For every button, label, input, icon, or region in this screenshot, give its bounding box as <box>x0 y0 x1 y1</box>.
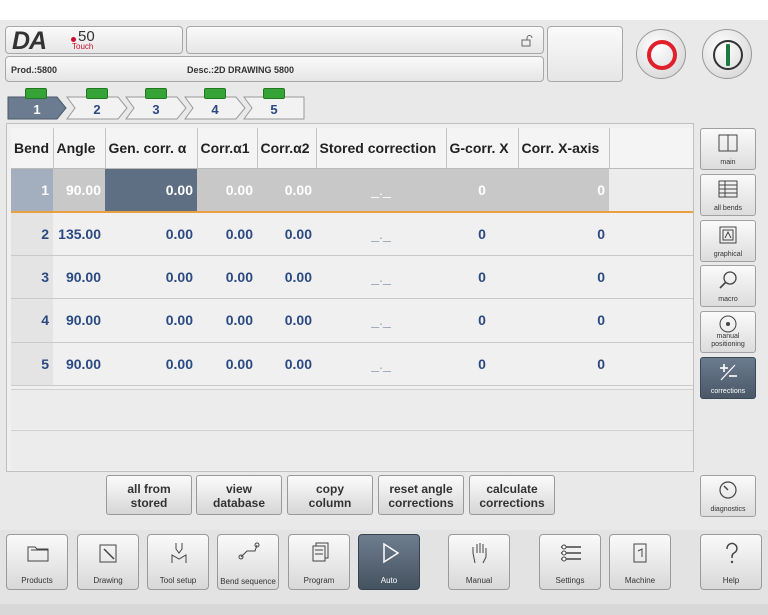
empty-row <box>11 389 693 429</box>
graphical-button[interactable]: graphical <box>700 220 756 262</box>
table-row[interactable]: 3 90.00 0.00 0.00 0.00 _._ 0 0 <box>11 255 693 299</box>
main-button[interactable]: main <box>700 128 756 170</box>
bend-shape-icon <box>86 88 108 99</box>
nav-bend-sequence[interactable]: Bend sequence <box>217 534 279 590</box>
diagnostics-button[interactable]: diagnostics <box>700 475 756 517</box>
stop-icon <box>647 40 677 70</box>
start-button[interactable] <box>702 29 752 79</box>
logo-text: DA <box>12 27 47 55</box>
graphical-icon <box>719 226 737 244</box>
col-corr-a2: Corr.α2 <box>257 128 317 169</box>
bend-tab-3[interactable]: 3 <box>125 88 187 120</box>
col-angle: Angle <box>53 128 106 169</box>
empty-row <box>11 430 693 470</box>
table-icon <box>718 180 738 198</box>
logo-sub: Touch <box>72 42 94 51</box>
gauge-icon <box>719 481 737 499</box>
col-g-corr-x: G-corr. X <box>446 128 519 169</box>
table-row[interactable]: 4 90.00 0.00 0.00 0.00 _._ 0 0 <box>11 298 693 343</box>
bend-shape-icon <box>263 88 285 99</box>
nav-help[interactable]: Help <box>700 534 762 590</box>
folder-icon <box>27 546 49 562</box>
bend-tab-2[interactable]: 2 <box>66 88 128 120</box>
lock-icon[interactable] <box>521 35 533 47</box>
play-icon <box>383 542 400 564</box>
title-field[interactable] <box>186 26 544 54</box>
nav-manual[interactable]: Manual <box>448 534 510 590</box>
top-margin <box>0 0 768 20</box>
table-row[interactable]: 5 90.00 0.00 0.00 0.00 _._ 0 0 <box>11 342 693 386</box>
col-bend: Bend <box>11 128 54 169</box>
table-header: Bend Angle Gen. corr. α Corr.α1 Corr.α2 … <box>11 128 693 169</box>
bend-shape-icon <box>204 88 226 99</box>
col-corr-a1: Corr.α1 <box>197 128 258 169</box>
product-info-bar: Prod.:5800 Desc.:2D DRAWING 5800 <box>5 56 544 82</box>
main-icon <box>718 134 738 152</box>
nav-products[interactable]: Products <box>6 534 68 590</box>
nav-settings[interactable]: Settings <box>539 534 601 590</box>
bend-tab-4[interactable]: 4 <box>184 88 246 120</box>
plus-minus-icon <box>720 364 737 381</box>
corrections-button[interactable]: corrections <box>700 357 756 399</box>
positioning-icon <box>719 315 737 333</box>
hand-icon <box>472 543 487 564</box>
macro-button[interactable]: macro <box>700 265 756 307</box>
stop-button[interactable] <box>636 29 686 79</box>
nav-drawing[interactable]: Drawing <box>77 534 139 590</box>
program-icon <box>312 542 329 562</box>
nav-machine[interactable]: Machine <box>609 534 671 590</box>
col-gen-corr: Gen. corr. α <box>105 128 198 169</box>
product-description: Desc.:2D DRAWING 5800 <box>187 65 295 75</box>
calculate-corrections-button[interactable]: calculate corrections <box>469 475 555 515</box>
help-icon <box>726 542 738 564</box>
status-box <box>547 26 623 82</box>
col-stored-correction: Stored correction <box>316 128 447 169</box>
nav-auto[interactable]: Auto <box>358 534 420 590</box>
bend-sequence-icon <box>238 542 260 560</box>
tool-icon <box>171 543 187 563</box>
logo: DA 50 Touch <box>5 26 183 55</box>
copy-column-button[interactable]: copy column <box>287 475 373 515</box>
col-corr-x-axis: Corr. X-axis <box>518 128 610 169</box>
bend-shape-icon <box>25 88 47 99</box>
table-row[interactable]: 1 90.00 0.00 0.00 0.00 _._ 0 0 <box>11 168 693 213</box>
view-database-button[interactable]: view database <box>196 475 282 515</box>
bend-tab-5[interactable]: 5 <box>243 88 305 120</box>
manual-positioning-button[interactable]: manual positioning <box>700 311 756 353</box>
bend-tab-1[interactable]: 1 <box>7 88 67 120</box>
product-id: Prod.:5800 <box>11 65 58 75</box>
reset-angle-corrections-button[interactable]: reset angle corrections <box>378 475 464 515</box>
table-row[interactable]: 2 135.00 0.00 0.00 0.00 _._ 0 0 <box>11 211 693 256</box>
bend-shape-icon <box>145 88 167 99</box>
all-from-stored-button[interactable]: all from stored <box>106 475 192 515</box>
settings-icon <box>561 544 581 562</box>
corrections-table: Bend Angle Gen. corr. α Corr.α1 Corr.α2 … <box>11 128 693 386</box>
pencil-icon <box>99 544 117 563</box>
corrections-panel: Bend Angle Gen. corr. α Corr.α1 Corr.α2 … <box>6 123 694 472</box>
magnifier-icon <box>719 271 737 289</box>
all-bends-button[interactable]: all bends <box>700 174 756 216</box>
nav-program[interactable]: Program <box>288 534 350 590</box>
machine-icon <box>633 543 647 563</box>
nav-tool-setup[interactable]: Tool setup <box>147 534 209 590</box>
